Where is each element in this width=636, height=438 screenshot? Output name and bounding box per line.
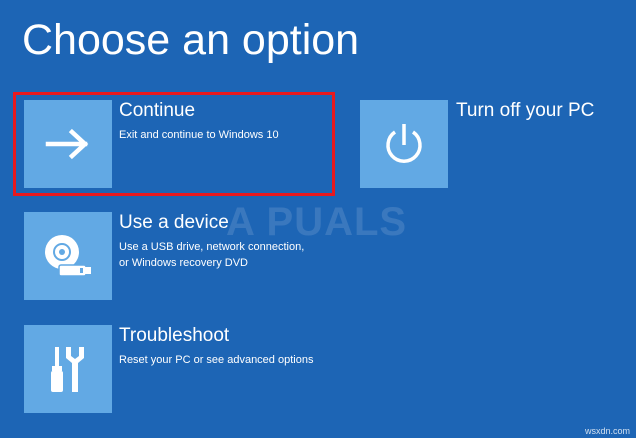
disc-drive-icon (45, 235, 91, 277)
troubleshoot-tile[interactable] (24, 325, 112, 413)
turn-off-option[interactable]: Turn off your PC (360, 100, 610, 190)
troubleshoot-title: Troubleshoot (119, 325, 230, 346)
use-a-device-option[interactable]: Use a device Use a USB drive, network co… (24, 212, 324, 302)
troubleshoot-description-line: Reset your PC or see advanced options (119, 354, 314, 366)
power-icon (386, 124, 422, 163)
troubleshoot-option[interactable]: Troubleshoot Reset your PC or see advanc… (24, 325, 324, 415)
troubleshoot-description: Reset your PC or see advanced options (119, 352, 339, 368)
turn-off-tile[interactable] (360, 100, 448, 188)
use-a-device-title: Use a device (119, 212, 229, 233)
continue-tile[interactable] (24, 100, 112, 188)
use-a-device-description-line: Use a USB drive, network connection, (119, 241, 305, 253)
continue-description: Exit and continue to Windows 10 (119, 127, 339, 143)
continue-description-line: Exit and continue to Windows 10 (119, 129, 279, 141)
use-a-device-description-line: or Windows recovery DVD (119, 257, 248, 269)
use-a-device-tile[interactable] (24, 212, 112, 300)
tools-icon (51, 347, 84, 392)
use-a-device-description: Use a USB drive, network connection, or … (119, 239, 339, 271)
page-title: Choose an option (22, 16, 360, 64)
continue-title: Continue (119, 100, 196, 121)
turn-off-title: Turn off your PC (456, 100, 595, 121)
arrow-right-icon (45, 128, 89, 160)
footer-credit: wsxdn.com (584, 426, 630, 436)
continue-option[interactable]: Continue Exit and continue to Windows 10 (24, 100, 324, 190)
